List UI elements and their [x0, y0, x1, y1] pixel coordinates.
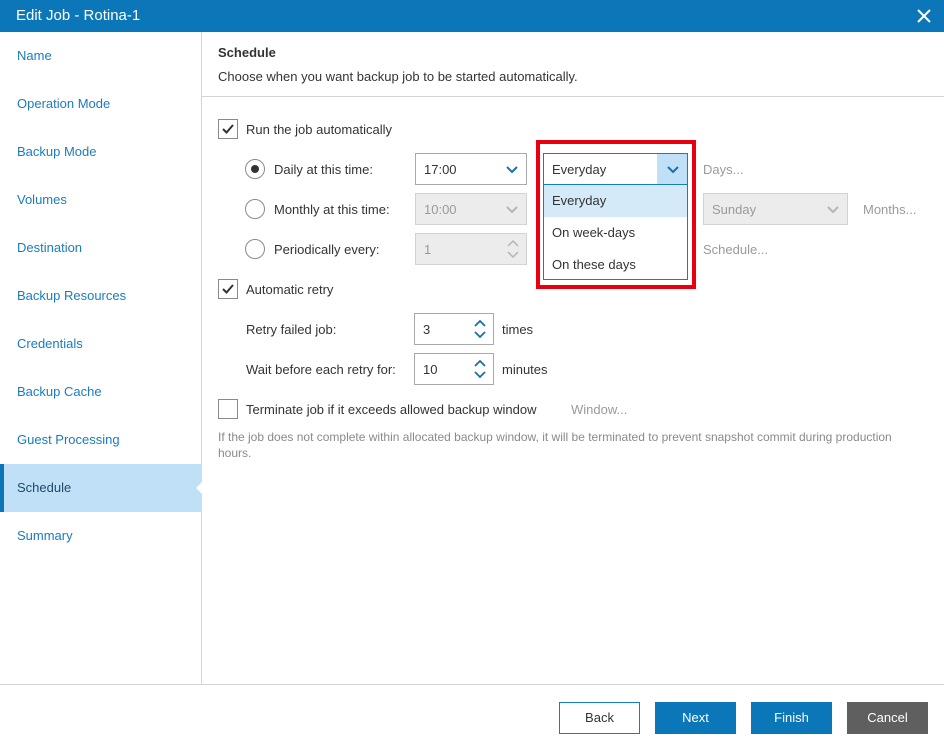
sidebar-item-summary[interactable]: Summary	[0, 512, 202, 560]
months-link[interactable]: Months...	[863, 202, 916, 217]
window-title: Edit Job - Rotina-1	[16, 7, 141, 24]
section-title: Schedule	[218, 45, 276, 60]
back-button[interactable]: Back	[559, 702, 640, 734]
daily-radio[interactable]	[245, 159, 265, 179]
sidebar-item-destination[interactable]: Destination	[0, 224, 202, 272]
monthly-time-combo: 10:00	[415, 193, 527, 225]
sidebar-item-credentials[interactable]: Credentials	[0, 320, 202, 368]
monthly-time-value: 10:00	[424, 202, 457, 217]
monthly-day-value: Sunday	[712, 202, 757, 217]
retry-count-stepper[interactable]: 3	[414, 313, 494, 345]
sidebar-item-label: Schedule	[17, 480, 72, 495]
periodically-radio[interactable]	[245, 239, 265, 259]
periodically-label: Periodically every:	[274, 242, 380, 257]
run-auto-checkbox[interactable]	[218, 119, 238, 139]
chevron-up-icon[interactable]	[473, 317, 487, 329]
monthly-radio[interactable]	[245, 199, 265, 219]
retry-unit-label: times	[502, 322, 534, 337]
auto-retry-checkbox[interactable]	[218, 279, 238, 299]
terminate-label: Terminate job if it exceeds allowed back…	[246, 402, 537, 417]
window-link[interactable]: Window...	[571, 402, 627, 417]
checkmark-icon	[222, 124, 234, 134]
monthly-day-combo: Sunday	[703, 193, 848, 225]
chevron-down-icon	[507, 251, 519, 259]
retry-wait-value: 10	[423, 362, 438, 377]
wizard-footer: Back Next Finish Cancel	[0, 684, 944, 749]
next-button[interactable]: Next	[655, 702, 736, 734]
run-auto-label: Run the job automatically	[246, 122, 392, 137]
days-link[interactable]: Days...	[703, 162, 743, 177]
wizard-sidebar: Name Operation Mode Backup Mode Volumes …	[0, 32, 203, 684]
wait-unit-label: minutes	[502, 362, 548, 377]
sidebar-item-guest-processing[interactable]: Guest Processing	[0, 416, 202, 464]
close-icon[interactable]	[914, 6, 934, 26]
auto-retry-label: Automatic retry	[246, 282, 334, 297]
monthly-label: Monthly at this time:	[274, 202, 390, 217]
sidebar-item-name[interactable]: Name	[0, 32, 202, 80]
chevron-down-icon[interactable]	[473, 329, 487, 341]
terminate-note: If the job does not complete within allo…	[218, 430, 892, 460]
terminate-checkbox[interactable]	[218, 399, 238, 419]
title-bar: Edit Job - Rotina-1	[0, 0, 944, 32]
chevron-up-icon[interactable]	[473, 357, 487, 369]
chevron-down-icon	[506, 166, 518, 174]
schedule-panel: Schedule Choose when you want backup job…	[202, 32, 944, 684]
section-header: Schedule Choose when you want backup job…	[202, 32, 944, 97]
retry-count-value: 3	[423, 322, 431, 337]
retry-wait-stepper[interactable]: 10	[414, 353, 494, 385]
periodically-stepper: 1	[415, 233, 527, 265]
periodically-value: 1	[424, 242, 432, 257]
sidebar-item-volumes[interactable]: Volumes	[0, 176, 202, 224]
sidebar-item-backup-cache[interactable]: Backup Cache	[0, 368, 202, 416]
highlight-box	[536, 140, 696, 289]
finish-button[interactable]: Finish	[751, 702, 832, 734]
chevron-down-icon	[827, 206, 839, 214]
sidebar-item-operation-mode[interactable]: Operation Mode	[0, 80, 202, 128]
sidebar-item-backup-mode[interactable]: Backup Mode	[0, 128, 202, 176]
chevron-down-icon	[506, 206, 518, 214]
sidebar-item-schedule[interactable]: Schedule	[0, 464, 203, 512]
schedule-link[interactable]: Schedule...	[703, 242, 768, 257]
chevron-up-icon	[507, 239, 519, 247]
daily-time-value: 17:00	[424, 162, 457, 177]
checkmark-icon	[222, 284, 234, 294]
chevron-down-icon[interactable]	[473, 369, 487, 381]
section-subtitle: Choose when you want backup job to be st…	[218, 69, 578, 84]
sidebar-item-backup-resources[interactable]: Backup Resources	[0, 272, 202, 320]
daily-time-combo[interactable]: 17:00	[415, 153, 527, 185]
retry-failed-label: Retry failed job:	[246, 322, 337, 337]
daily-label: Daily at this time:	[274, 162, 373, 177]
retry-wait-label: Wait before each retry for:	[246, 362, 396, 377]
cancel-button[interactable]: Cancel	[847, 702, 928, 734]
